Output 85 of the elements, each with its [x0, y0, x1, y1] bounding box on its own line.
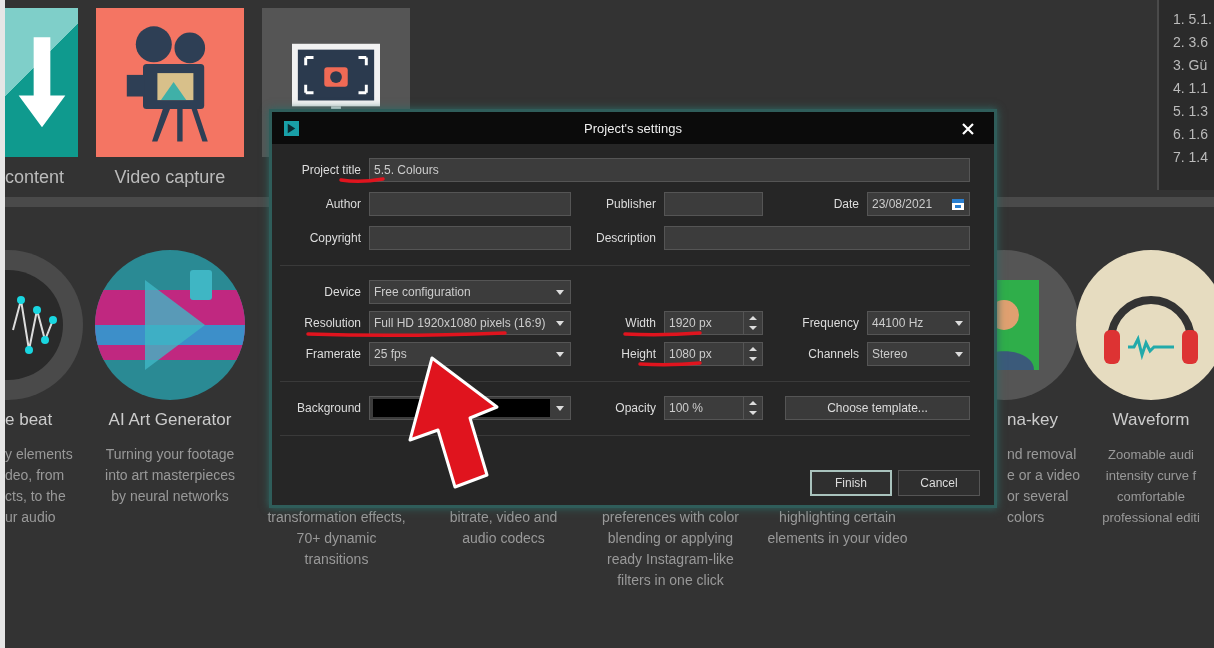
- feature-description-line: highlighting certain: [778, 508, 897, 527]
- width-spinbox[interactable]: 1920 px: [664, 311, 763, 335]
- caret-icon: [556, 405, 564, 411]
- feature-title: na-key: [1007, 410, 1059, 431]
- opacity-spinbox[interactable]: 100 %: [664, 396, 763, 420]
- choose-template-button[interactable]: Choose template...: [785, 396, 970, 420]
- framerate-dropdown[interactable]: 25 fps: [369, 342, 571, 366]
- history-item[interactable]: 6. 1.6: [1173, 123, 1214, 146]
- app-logo-icon: [284, 121, 299, 136]
- feature-description-line: preferences with color: [602, 508, 739, 527]
- feature-title: Waveform: [1112, 410, 1190, 431]
- feature-description-line: colors: [1007, 508, 1046, 527]
- feature-description-line: professional editi: [1102, 509, 1200, 527]
- feature-description-line: ready Instagram-like: [606, 550, 735, 569]
- frequency-dropdown[interactable]: 44100 Hz: [867, 311, 970, 335]
- dialog-button[interactable]: Finish: [810, 470, 892, 496]
- close-icon[interactable]: [962, 123, 974, 135]
- field-label: Project title: [300, 163, 361, 177]
- feature-description-line: into art masterpieces: [105, 466, 235, 485]
- underline-mark: [339, 177, 385, 184]
- field-label: Publisher: [604, 197, 656, 211]
- feature-description-line: Zoomable audi: [1107, 446, 1195, 464]
- history-item[interactable]: 3. Gü: [1173, 54, 1214, 77]
- feature-description-line: Turning your footage: [105, 445, 235, 464]
- field-label: Date: [832, 197, 859, 211]
- history-item[interactable]: 5. 1.3: [1173, 100, 1214, 123]
- underline-mark: [638, 361, 702, 367]
- feature-tile[interactable]: [5, 8, 78, 157]
- caret-icon: [556, 351, 564, 357]
- calendar-icon[interactable]: [951, 197, 965, 211]
- field-label: Frequency: [801, 316, 859, 330]
- feature-description-line: blending or applying: [606, 529, 735, 548]
- feature-description-line: by neural networks: [110, 487, 230, 506]
- feature-title: e beat: [5, 410, 53, 431]
- feature-description-line: transitions: [303, 550, 370, 569]
- field-label: Device: [323, 285, 361, 299]
- resolution-dropdown[interactable]: Full HD 1920x1080 pixels (16:9): [369, 311, 571, 335]
- feature-description-line: elements in your video: [767, 529, 908, 548]
- history-item[interactable]: 7. 1.4: [1173, 146, 1214, 169]
- feature-description-line: y elements: [5, 445, 73, 464]
- feature-description-line: or several: [1007, 487, 1070, 506]
- author-field[interactable]: [369, 192, 571, 216]
- history-item[interactable]: 1. 5.1.: [1173, 8, 1214, 31]
- field-label: Resolution: [303, 316, 361, 330]
- feature-description-line: ur audio: [5, 508, 57, 527]
- description-field[interactable]: [664, 226, 970, 250]
- feature-description-line: audio codecs: [461, 529, 546, 548]
- channels-dropdown[interactable]: Stereo: [867, 342, 970, 366]
- history-item[interactable]: 4. 1.1: [1173, 77, 1214, 100]
- feature-description-line: cts, to the: [5, 487, 67, 506]
- publisher-field[interactable]: [664, 192, 763, 216]
- tile-label: Video capture: [114, 167, 226, 188]
- field-label: Width: [624, 316, 656, 330]
- caret-icon: [556, 320, 564, 326]
- copyright-field[interactable]: [369, 226, 571, 250]
- feature-description-line: e or a video: [1007, 466, 1081, 485]
- feature-description-line: filters in one click: [616, 571, 725, 590]
- feature-description-line: deo, from: [5, 466, 66, 485]
- field-label: Author: [324, 197, 361, 211]
- project-title-field[interactable]: 5.5. Colours: [369, 158, 970, 182]
- field-label: Copyright: [308, 231, 361, 245]
- dialog-title: Project's settings: [584, 120, 682, 136]
- caret-icon: [955, 351, 963, 357]
- caret-icon: [556, 289, 564, 295]
- field-label: Background: [295, 401, 361, 415]
- field-label: Description: [594, 231, 656, 245]
- device-dropdown[interactable]: Free configuration: [369, 280, 571, 304]
- feature-description-line: comfortable: [1116, 488, 1186, 506]
- field-label: Framerate: [304, 347, 361, 361]
- tile-label: content: [5, 167, 65, 188]
- field-label: Height: [620, 347, 656, 361]
- history-item[interactable]: 2. 3.6: [1173, 31, 1214, 54]
- feature-description-line: transformation effects,: [267, 508, 406, 527]
- dialog-button[interactable]: Cancel: [898, 470, 980, 496]
- feature-tile[interactable]: [96, 8, 244, 157]
- caret-icon: [955, 320, 963, 326]
- feature-description-line: bitrate, video and: [449, 508, 558, 527]
- feature-description-line: intensity curve f: [1104, 467, 1198, 485]
- height-spinbox[interactable]: 1080 px: [664, 342, 763, 366]
- date-field[interactable]: 23/08/2021: [867, 192, 970, 216]
- feature-description-line: nd removal: [1007, 445, 1078, 464]
- field-label: Opacity: [614, 401, 656, 415]
- feature-description-line: 70+ dynamic: [295, 529, 378, 548]
- feature-title: AI Art Generator: [108, 410, 232, 431]
- field-label: Channels: [807, 347, 859, 361]
